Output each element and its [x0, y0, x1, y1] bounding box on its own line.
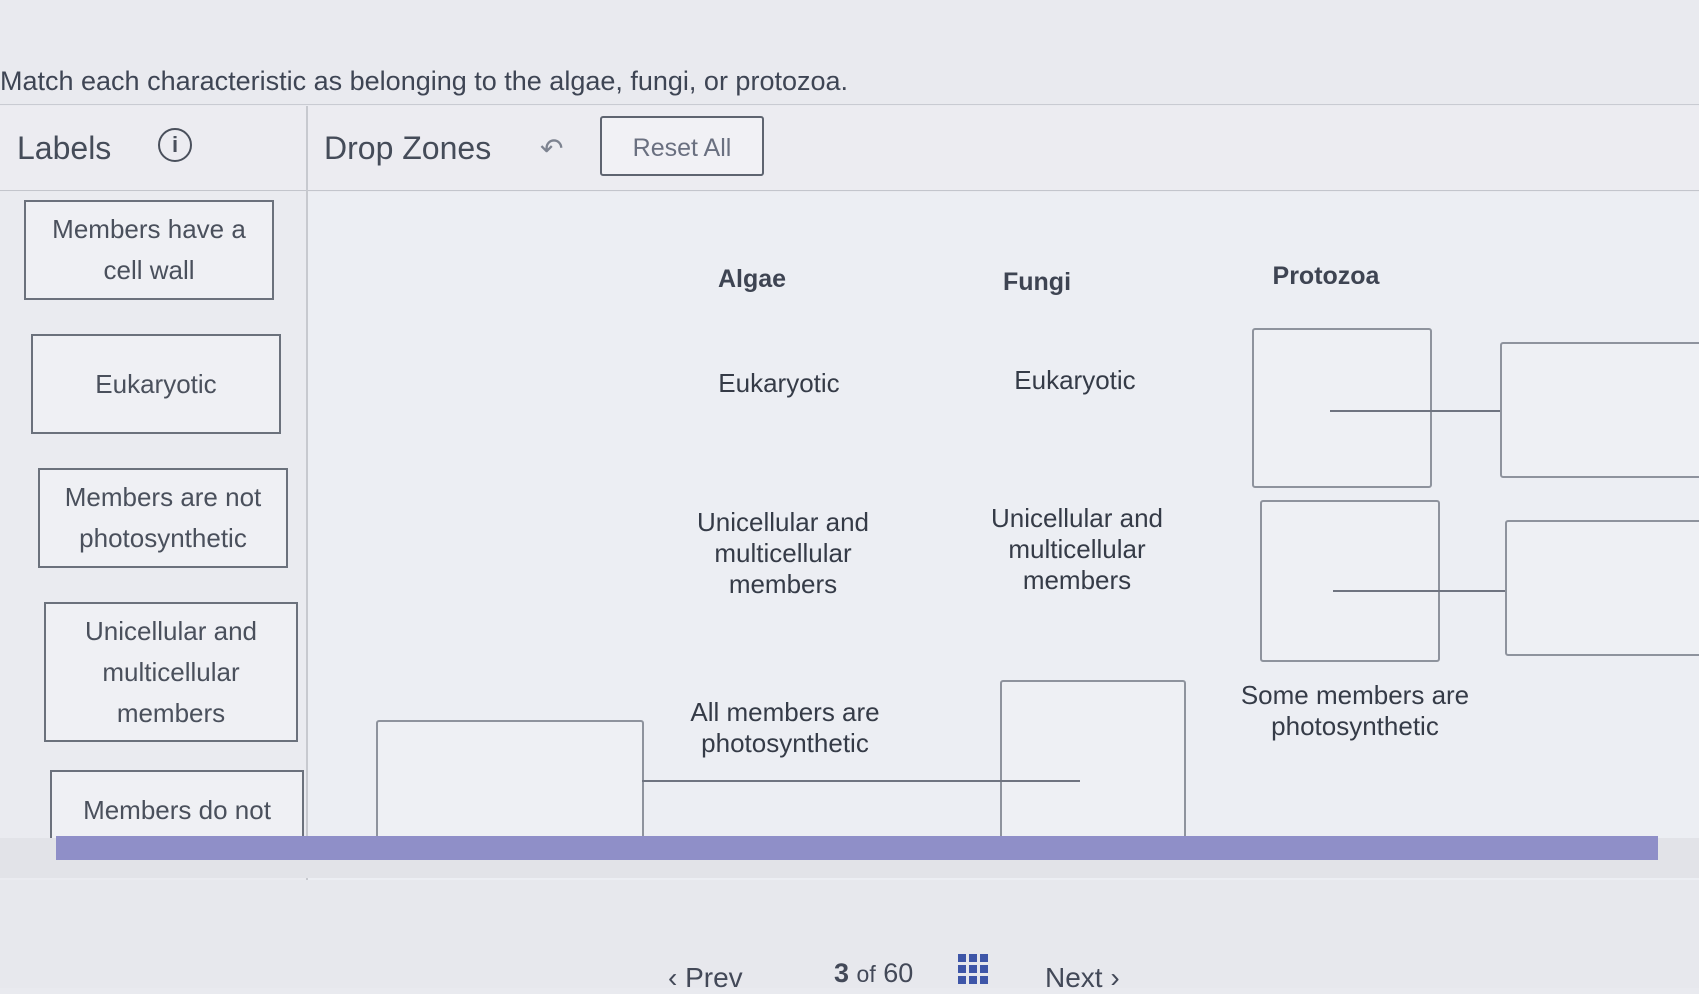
drop-target[interactable]	[1000, 680, 1186, 840]
drop-target[interactable]	[1500, 342, 1699, 478]
drop-target[interactable]	[1252, 328, 1432, 488]
question-text: Match each characteristic as belonging t…	[0, 66, 849, 96]
column-heading-algae: Algae	[717, 265, 787, 293]
next-button[interactable]: Next ›	[1045, 962, 1120, 994]
algae-node-unicellular: Unicellular and multicellular members	[697, 507, 869, 599]
labels-panel: Members have a cell wall Eukaryotic Memb…	[0, 192, 306, 882]
connector-line	[1333, 590, 1505, 592]
column-heading-protozoa: Protozoa	[1272, 262, 1380, 290]
total-pages: 60	[883, 958, 914, 988]
prev-label: Prev	[685, 962, 743, 993]
label-card[interactable]: Unicellular and multicellular members	[44, 602, 298, 742]
drop-zones-title: Drop Zones	[324, 130, 492, 166]
divider	[0, 104, 1699, 105]
drop-target[interactable]	[1505, 520, 1699, 656]
header-bar	[0, 106, 1699, 191]
label-card[interactable]: Members are not photosynthetic	[38, 468, 288, 568]
next-label: Next	[1045, 962, 1103, 993]
prev-button[interactable]: ‹ Prev	[668, 962, 743, 994]
column-heading-fungi: Fungi	[1002, 268, 1072, 296]
current-page: 3	[834, 958, 850, 988]
fungi-node-eukaryotic: Eukaryotic	[1014, 365, 1136, 395]
connector-line	[1330, 410, 1500, 412]
info-icon[interactable]: i	[158, 128, 192, 162]
label-card[interactable]: Members have a cell wall	[24, 200, 274, 300]
labels-title: Labels	[17, 130, 112, 166]
protozoa-node-photosynthetic: Some members are photosynthetic	[1240, 680, 1470, 741]
algae-node-eukaryotic: Eukaryotic	[718, 368, 840, 398]
reset-all-button[interactable]: Reset All	[600, 116, 764, 176]
page-indicator: 3 of 60	[834, 958, 913, 989]
grid-view-icon[interactable]	[958, 954, 988, 984]
fungi-node-unicellular: Unicellular and multicellular members	[991, 503, 1163, 595]
chevron-right-icon: ›	[1110, 962, 1120, 993]
chevron-left-icon: ‹	[668, 962, 678, 993]
label-card[interactable]: Eukaryotic	[31, 334, 281, 434]
connector-line	[642, 780, 1080, 782]
scrollbar-thumb[interactable]	[56, 836, 1658, 860]
algae-node-photosynthetic: All members are photosynthetic	[690, 697, 880, 758]
undo-icon[interactable]: ↶	[540, 132, 563, 165]
of-label: of	[856, 961, 876, 987]
drop-target[interactable]	[1260, 500, 1440, 662]
